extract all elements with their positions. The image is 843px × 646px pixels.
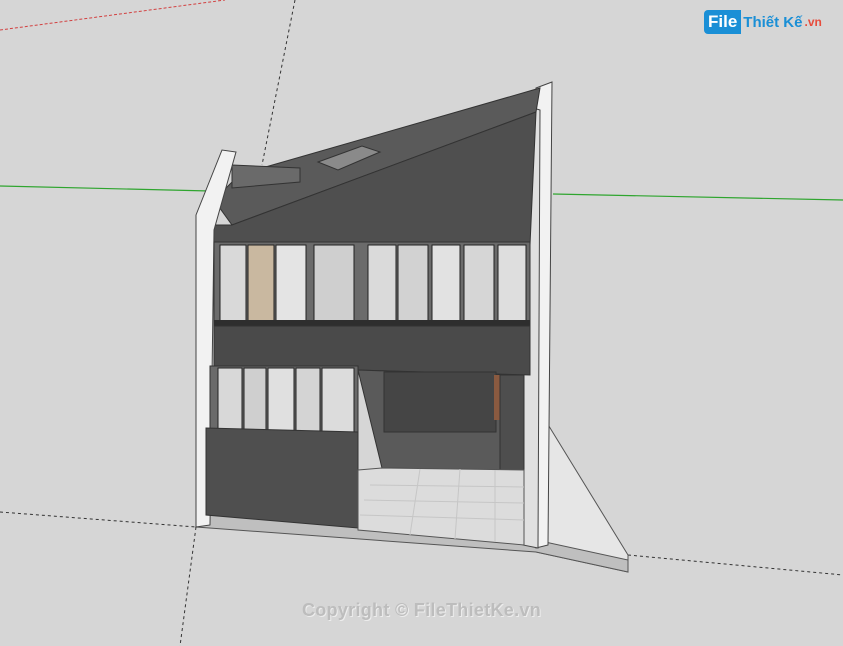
dashed-axis-left <box>0 511 197 528</box>
garage-door <box>494 375 500 420</box>
logo-file-badge: File <box>704 10 742 34</box>
logo-tld-text: .vn <box>804 15 822 29</box>
green-axis-left <box>0 185 211 192</box>
upper-window-panes <box>219 244 527 324</box>
copyright-watermark: Copyright © FileThietKe.vn <box>301 600 542 620</box>
green-axis-right <box>552 193 843 201</box>
garage-back-wall <box>383 371 497 433</box>
upper-railing <box>214 320 530 326</box>
lower-window-panes <box>217 367 355 433</box>
dashed-axis-vertical-top <box>261 0 296 166</box>
dashed-axis-vertical-bottom <box>179 526 197 646</box>
front-fence-wall <box>205 427 359 529</box>
sketchup-viewport[interactable] <box>0 0 843 646</box>
dashed-axis-right <box>627 554 843 576</box>
logo-brand-text: Thiết Kế <box>743 13 803 31</box>
filethietke-logo: File Thiết Kế .vn <box>704 10 822 34</box>
red-axis-top <box>0 0 226 31</box>
right-lower-wall <box>499 374 525 471</box>
